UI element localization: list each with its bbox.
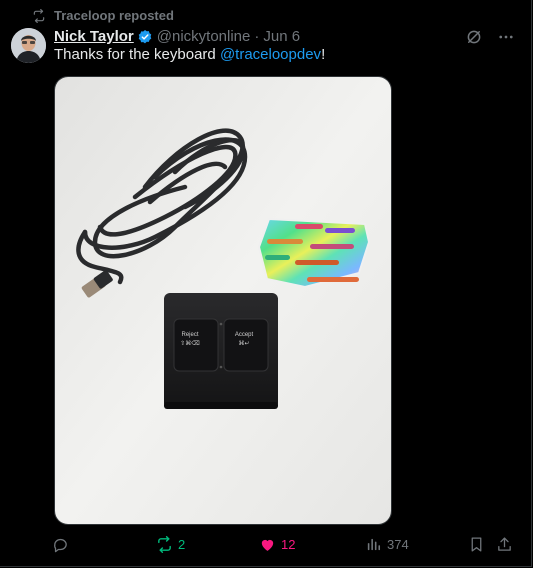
keycap-accept-label: Accept: [235, 332, 254, 338]
author-handle[interactable]: @nickytonline: [157, 28, 251, 45]
keycap-accept-symbols: ⌘↵: [238, 340, 249, 347]
author-name[interactable]: Nick Taylor: [54, 28, 134, 45]
retweet-icon: [158, 536, 171, 553]
retweet-button[interactable]: 2: [156, 536, 185, 553]
bookmark-button[interactable]: [468, 536, 485, 553]
tweet-photo[interactable]: Reject ⇧⌘⌫ Accept ⌘↵: [54, 76, 392, 525]
tweet-header: Nick Taylor @nickytonline · Jun 6: [54, 28, 300, 45]
heart-icon: [261, 539, 274, 551]
like-count: 12: [281, 537, 296, 552]
tweet-card[interactable]: Traceloop reposted Nick Taylor @nickyton…: [0, 0, 532, 567]
bookmark-icon: [471, 537, 482, 552]
share-button[interactable]: [496, 536, 513, 553]
tweet-text: Thanks for the keyboard @traceloopdev!: [54, 46, 325, 64]
tweet-text-end: !: [321, 46, 326, 63]
avatar[interactable]: [11, 28, 46, 63]
tweet-action-bar: 2 12 374: [52, 536, 516, 556]
tweet-text-body: Thanks for the keyboard: [54, 46, 220, 63]
repost-banner-text: Traceloop reposted: [54, 8, 174, 23]
views-count: 374: [387, 537, 409, 552]
grok-icon[interactable]: [465, 28, 483, 46]
mention-link[interactable]: @traceloopdev: [220, 46, 321, 63]
keyboard-photo: Reject ⇧⌘⌫ Accept ⌘↵: [55, 77, 391, 524]
share-icon: [498, 537, 511, 551]
keycap-reject-label: Reject: [181, 332, 198, 338]
tweet-date[interactable]: Jun 6: [263, 28, 300, 45]
retweet-icon: [33, 8, 45, 23]
reply-button[interactable]: [52, 536, 74, 553]
views-icon: [367, 538, 381, 551]
verified-badge-icon: [138, 29, 152, 43]
like-button[interactable]: 12: [259, 536, 295, 553]
tweet-top-actions: [465, 28, 515, 46]
repost-banner[interactable]: Traceloop reposted: [32, 8, 174, 23]
keycap-reject-symbols: ⇧⌘⌫: [180, 340, 200, 347]
more-icon[interactable]: [497, 28, 515, 46]
retweet-count: 2: [178, 537, 186, 552]
reply-icon: [54, 538, 67, 553]
macro-keyboard: Reject ⇧⌘⌫ Accept ⌘↵: [164, 293, 278, 409]
header-separator: ·: [254, 28, 260, 45]
views-button[interactable]: 374: [365, 536, 409, 553]
